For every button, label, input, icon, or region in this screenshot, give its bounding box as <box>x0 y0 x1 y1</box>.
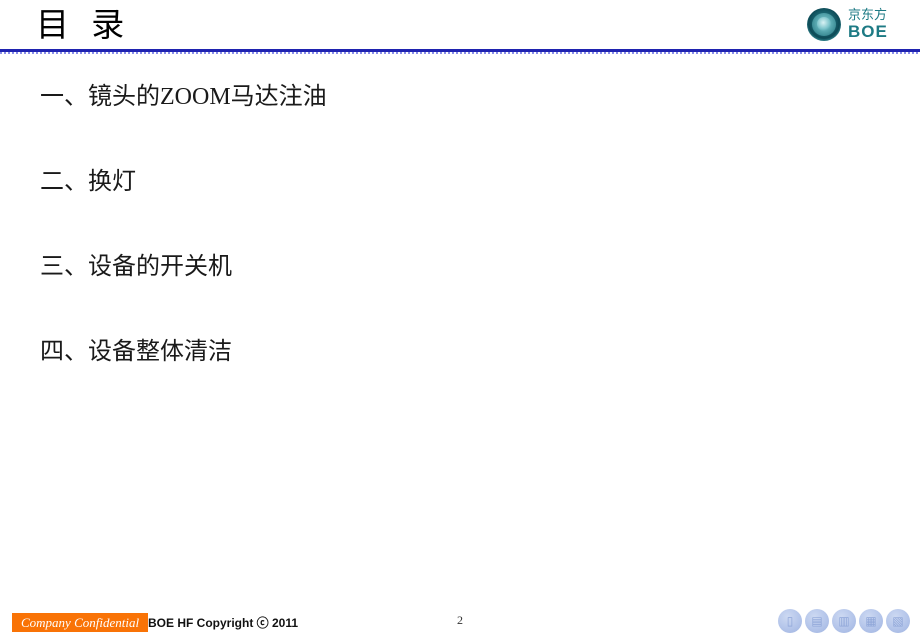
slide-canvas: 目 录 京东方 BOE 一、镜头的ZOOM马达注油 二、换灯 三、设备的开关机 … <box>0 0 920 637</box>
footer-badge-glyph-2: ▤ <box>811 614 823 628</box>
footer-badge-icon-5[interactable]: ▧ <box>886 609 910 633</box>
footer-badge-icon-1[interactable]: ▯ <box>778 609 802 633</box>
footer-badge-icon-3[interactable]: ▥ <box>832 609 856 633</box>
boe-logo: 京东方 BOE <box>806 5 912 43</box>
footer-badge-glyph-1: ▯ <box>786 614 794 628</box>
toc-item-2[interactable]: 二、换灯 <box>40 165 860 250</box>
boe-logo-chinese: 京东方 <box>848 7 888 22</box>
boe-logo-english: BOE <box>848 22 888 41</box>
toc-item-1[interactable]: 一、镜头的ZOOM马达注油 <box>40 80 860 165</box>
page-title: 目 录 <box>36 8 132 44</box>
boe-logo-text: 京东方 BOE <box>848 8 888 40</box>
table-of-contents: 一、镜头的ZOOM马达注油 二、换灯 三、设备的开关机 四、设备整体清洁 <box>40 80 860 420</box>
toc-item-4[interactable]: 四、设备整体清洁 <box>40 335 860 420</box>
footer-badge-icon-4[interactable]: ▦ <box>859 609 883 633</box>
footer-badge-glyph-4: ▦ <box>865 614 877 628</box>
footer-icon-group: ▯ ▤ ▥ ▦ ▧ <box>778 609 910 633</box>
boe-logo-mark-icon <box>806 7 842 41</box>
logo-ring-inner <box>817 16 831 31</box>
footer-badge-glyph-3: ▥ <box>838 614 850 628</box>
footer-badge-glyph-5: ▧ <box>892 614 904 628</box>
toc-item-3[interactable]: 三、设备的开关机 <box>40 250 860 335</box>
title-divider-dotted <box>0 52 920 54</box>
footer-badge-icon-2[interactable]: ▤ <box>805 609 829 633</box>
